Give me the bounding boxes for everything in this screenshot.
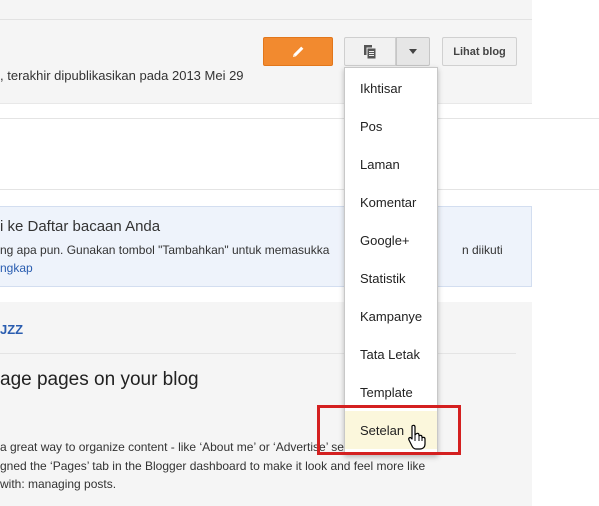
reading-list-body: ng apa pun. Gunakan tombol "Tambahkan" u… [0, 243, 330, 257]
menu-item-tata-letak[interactable]: Tata Letak [345, 335, 437, 373]
post-excerpt-line: with: managing posts. [0, 477, 117, 491]
menu-item-kampanye[interactable]: Kampanye [345, 297, 437, 335]
menu-item-laman[interactable]: Laman [345, 145, 437, 183]
published-status: , terakhir dipublikasikan pada 2013 Mei … [0, 68, 244, 83]
post-title[interactable]: age pages on your blog [0, 369, 199, 391]
caret-down-icon [409, 49, 417, 54]
menu-item-pos[interactable]: Pos [345, 107, 437, 145]
reading-list-panel [0, 302, 532, 506]
new-post-button[interactable] [263, 37, 333, 66]
more-options-button[interactable] [396, 37, 430, 66]
post-excerpt-line: gned the ‘Pages’ tab in the Blogger dash… [0, 459, 426, 473]
posts-list-button[interactable] [344, 37, 396, 66]
reading-list-body-tail: n diikuti [462, 243, 503, 257]
view-blog-button[interactable]: Lihat blog [442, 37, 517, 66]
post-source-link[interactable]: JZZ [0, 322, 23, 337]
highlight-box [317, 405, 461, 455]
menu-item-statistik[interactable]: Statistik [345, 259, 437, 297]
reading-list-title: i ke Daftar bacaan Anda [0, 218, 161, 235]
divider [0, 19, 532, 20]
menu-item-google-plus[interactable]: Google+ [345, 221, 437, 259]
copy-icon [364, 44, 377, 59]
reading-list-link[interactable]: ngkap [0, 261, 33, 275]
hand-cursor-icon [408, 424, 426, 450]
pencil-icon [293, 46, 304, 57]
menu-item-komentar[interactable]: Komentar [345, 183, 437, 221]
blog-options-menu: Ikhtisar Pos Laman Komentar Google+ Stat… [344, 67, 438, 455]
menu-item-ikhtisar[interactable]: Ikhtisar [345, 69, 437, 107]
divider [0, 189, 599, 190]
divider [0, 353, 516, 354]
divider [0, 118, 599, 119]
